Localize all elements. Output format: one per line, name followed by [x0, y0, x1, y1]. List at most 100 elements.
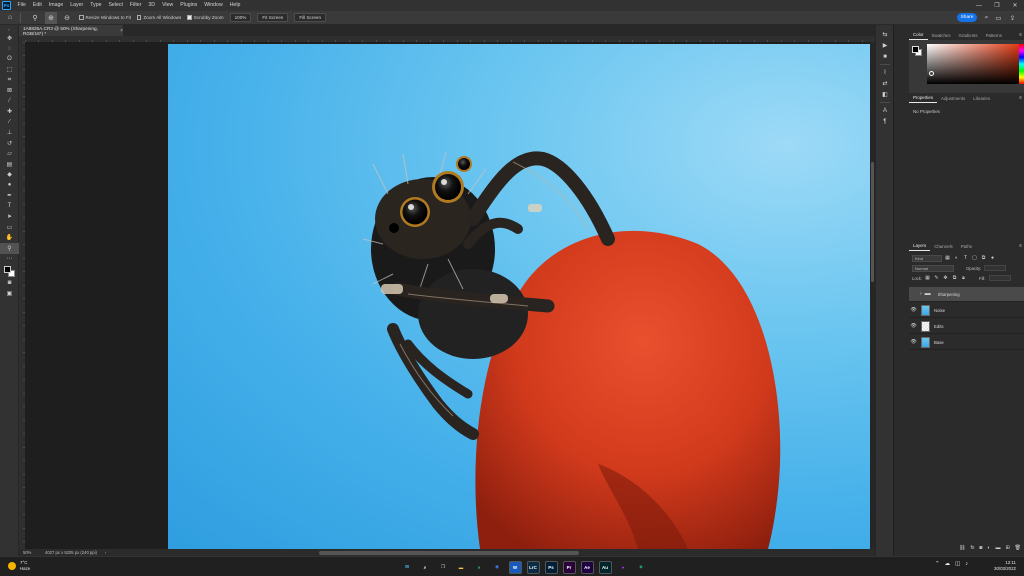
menu-3d[interactable]: 3D	[145, 0, 159, 11]
layer-mask-icon[interactable]: ◙	[979, 545, 982, 551]
scrubby-zoom-checkbox[interactable]: Scrubby Zoom	[187, 15, 224, 20]
tab-properties[interactable]: Properties	[909, 93, 938, 103]
eraser-tool-icon[interactable]: ▱	[0, 149, 19, 160]
pen-tool-icon[interactable]: ✒	[0, 191, 19, 202]
clock[interactable]: 12:11 30/03/2022	[988, 560, 1016, 572]
taskbar-task-view-icon[interactable]: ❐	[437, 561, 450, 574]
grip-icon[interactable]: »	[0, 25, 18, 33]
layer-row-base[interactable]: 👁︎ Base	[909, 335, 1024, 350]
workspace-icon[interactable]: ▭	[994, 13, 1003, 23]
minimize-button[interactable]: —	[970, 0, 988, 11]
lock-image-icon[interactable]: ✎	[933, 275, 940, 282]
taskbar-edge-icon[interactable]: e	[473, 561, 486, 574]
taskbar-lightroom-classic-icon[interactable]: LrC	[526, 560, 540, 574]
lock-transparent-icon[interactable]: ▦	[924, 275, 931, 282]
weather-widget[interactable]: 7°C Haze	[8, 560, 30, 571]
taskbar-word-icon[interactable]: W	[508, 560, 522, 574]
status-menu-arrow[interactable]: ›	[105, 550, 106, 555]
menu-layer[interactable]: Layer	[67, 0, 87, 11]
resize-windows-checkbox[interactable]: Resize Windows to Fit	[79, 15, 131, 20]
lock-all-icon[interactable]: 🔒︎	[960, 275, 967, 282]
pixel-filter-icon[interactable]: ▦	[944, 255, 951, 262]
gradient-tool-icon[interactable]: ▤	[0, 159, 19, 170]
frame-tool-icon[interactable]: ⊠	[0, 86, 19, 97]
menu-select[interactable]: Select	[105, 0, 126, 11]
filter-toggle-icon[interactable]: ●	[989, 255, 996, 262]
network-icon[interactable]: ◫	[955, 561, 960, 567]
paragraph-icon[interactable]: ¶	[876, 116, 894, 127]
eye-icon[interactable]: 👁︎	[909, 339, 918, 345]
eyedropper-tool-icon[interactable]: ⁄	[0, 96, 19, 107]
taskbar-start-icon[interactable]: ⊞	[401, 561, 414, 574]
more-tools-icon[interactable]: ⋯	[0, 254, 19, 265]
share-button[interactable]: Share	[957, 13, 977, 22]
clone-stamp-tool-icon[interactable]: ⊥	[0, 128, 19, 139]
zoom-tool-preset-icon[interactable]: ⚲	[29, 12, 41, 24]
lock-position-icon[interactable]: ✥	[942, 275, 949, 282]
home-icon[interactable]: ⌂	[4, 12, 16, 24]
taskbar-chrome-icon[interactable]: ◉	[491, 561, 504, 574]
tab-color[interactable]: Color	[909, 30, 928, 40]
fit-screen-button[interactable]: Fit Screen	[257, 13, 289, 22]
menu-help[interactable]: Help	[226, 0, 244, 11]
quick-mask-icon[interactable]: ◙	[0, 278, 19, 289]
foreground-color-swatch[interactable]	[4, 266, 11, 273]
zoom-all-windows-checkbox[interactable]: Zoom All Windows	[136, 15, 181, 20]
document-canvas[interactable]	[168, 44, 870, 549]
lock-artboard-icon[interactable]: ⧉	[951, 275, 958, 282]
taskbar-premiere-pro-icon[interactable]: Pr	[562, 560, 576, 574]
new-group-icon[interactable]: ▬	[995, 545, 1000, 551]
blur-tool-icon[interactable]: ◆	[0, 170, 19, 181]
tab-gradients[interactable]: Gradients	[955, 30, 982, 40]
fill-screen-button[interactable]: Fill Screen	[294, 13, 327, 22]
move-tool-icon[interactable]: ✥	[0, 33, 19, 44]
panel-menu-icon[interactable]: ≡	[1019, 243, 1022, 249]
taskbar-other-app-icon[interactable]: ◆	[635, 561, 648, 574]
brushes-icon[interactable]: ■	[876, 51, 894, 62]
menu-view[interactable]: View	[159, 0, 177, 11]
type-tool-icon[interactable]: T	[0, 201, 19, 212]
adjustment-filter-icon[interactable]: ◐	[953, 255, 960, 262]
shapes-icon[interactable]: ◧	[876, 89, 894, 100]
adjust-icon[interactable]: ⇄	[876, 78, 894, 89]
taskbar-photoshop-icon[interactable]: Ps	[544, 560, 558, 574]
crop-tool-icon[interactable]: ⌗	[0, 75, 19, 86]
menu-edit[interactable]: Edit	[29, 0, 45, 11]
tab-libraries[interactable]: Libraries	[969, 93, 994, 103]
menu-plugins[interactable]: Plugins	[177, 0, 201, 11]
vertical-scrollbar-thumb[interactable]	[871, 162, 874, 282]
panel-menu-icon[interactable]: ≡	[1019, 32, 1022, 38]
hand-tool-icon[interactable]: ✋	[0, 233, 19, 244]
eye-icon[interactable]: 👁︎	[909, 323, 918, 329]
layer-style-icon[interactable]: fx	[970, 545, 974, 551]
paths-panel-icon[interactable]: ⌇	[876, 67, 894, 78]
screen-mode-icon[interactable]: ▣	[0, 289, 19, 300]
tab-paths[interactable]: Paths	[957, 241, 976, 251]
path-selection-tool-icon[interactable]: ➤	[0, 212, 19, 223]
zoom-tool-icon[interactable]: ⚲	[0, 243, 19, 254]
layer-row-noise[interactable]: 👁︎ Noise	[909, 303, 1024, 318]
character-icon[interactable]: A	[876, 105, 894, 116]
close-window-button[interactable]: ✕	[1006, 0, 1024, 11]
menu-file[interactable]: File	[14, 0, 29, 11]
zoom-100-button[interactable]: 100%	[229, 13, 252, 22]
shape-filter-icon[interactable]: ▢	[971, 255, 978, 262]
lasso-tool-icon[interactable]: ʘ	[0, 54, 19, 65]
type-filter-icon[interactable]: T	[962, 255, 969, 262]
new-layer-icon[interactable]: ⊞	[1005, 545, 1009, 551]
menu-type[interactable]: Type	[87, 0, 105, 11]
panel-menu-icon[interactable]: ≡	[1019, 95, 1022, 101]
restore-button[interactable]: ❐	[988, 0, 1006, 11]
taskbar-search-icon[interactable]: ⌕	[419, 561, 432, 574]
chevron-right-icon[interactable]: ›	[920, 291, 922, 297]
color-picker-field[interactable]	[927, 44, 1019, 84]
smart-object-filter-icon[interactable]: ⧉	[980, 255, 987, 262]
layer-row-edits[interactable]: 👁︎ Edits	[909, 319, 1024, 334]
taskbar-audition-icon[interactable]: Au	[598, 560, 612, 574]
close-tab-icon[interactable]: ×	[120, 28, 123, 34]
actions-icon[interactable]: ▶	[876, 40, 894, 51]
adjustment-layer-icon[interactable]: ◐	[987, 545, 990, 551]
search-icon[interactable]: ⌕	[982, 13, 991, 23]
menu-window[interactable]: Window	[201, 0, 226, 11]
brush-tool-icon[interactable]: ∕	[0, 117, 19, 128]
